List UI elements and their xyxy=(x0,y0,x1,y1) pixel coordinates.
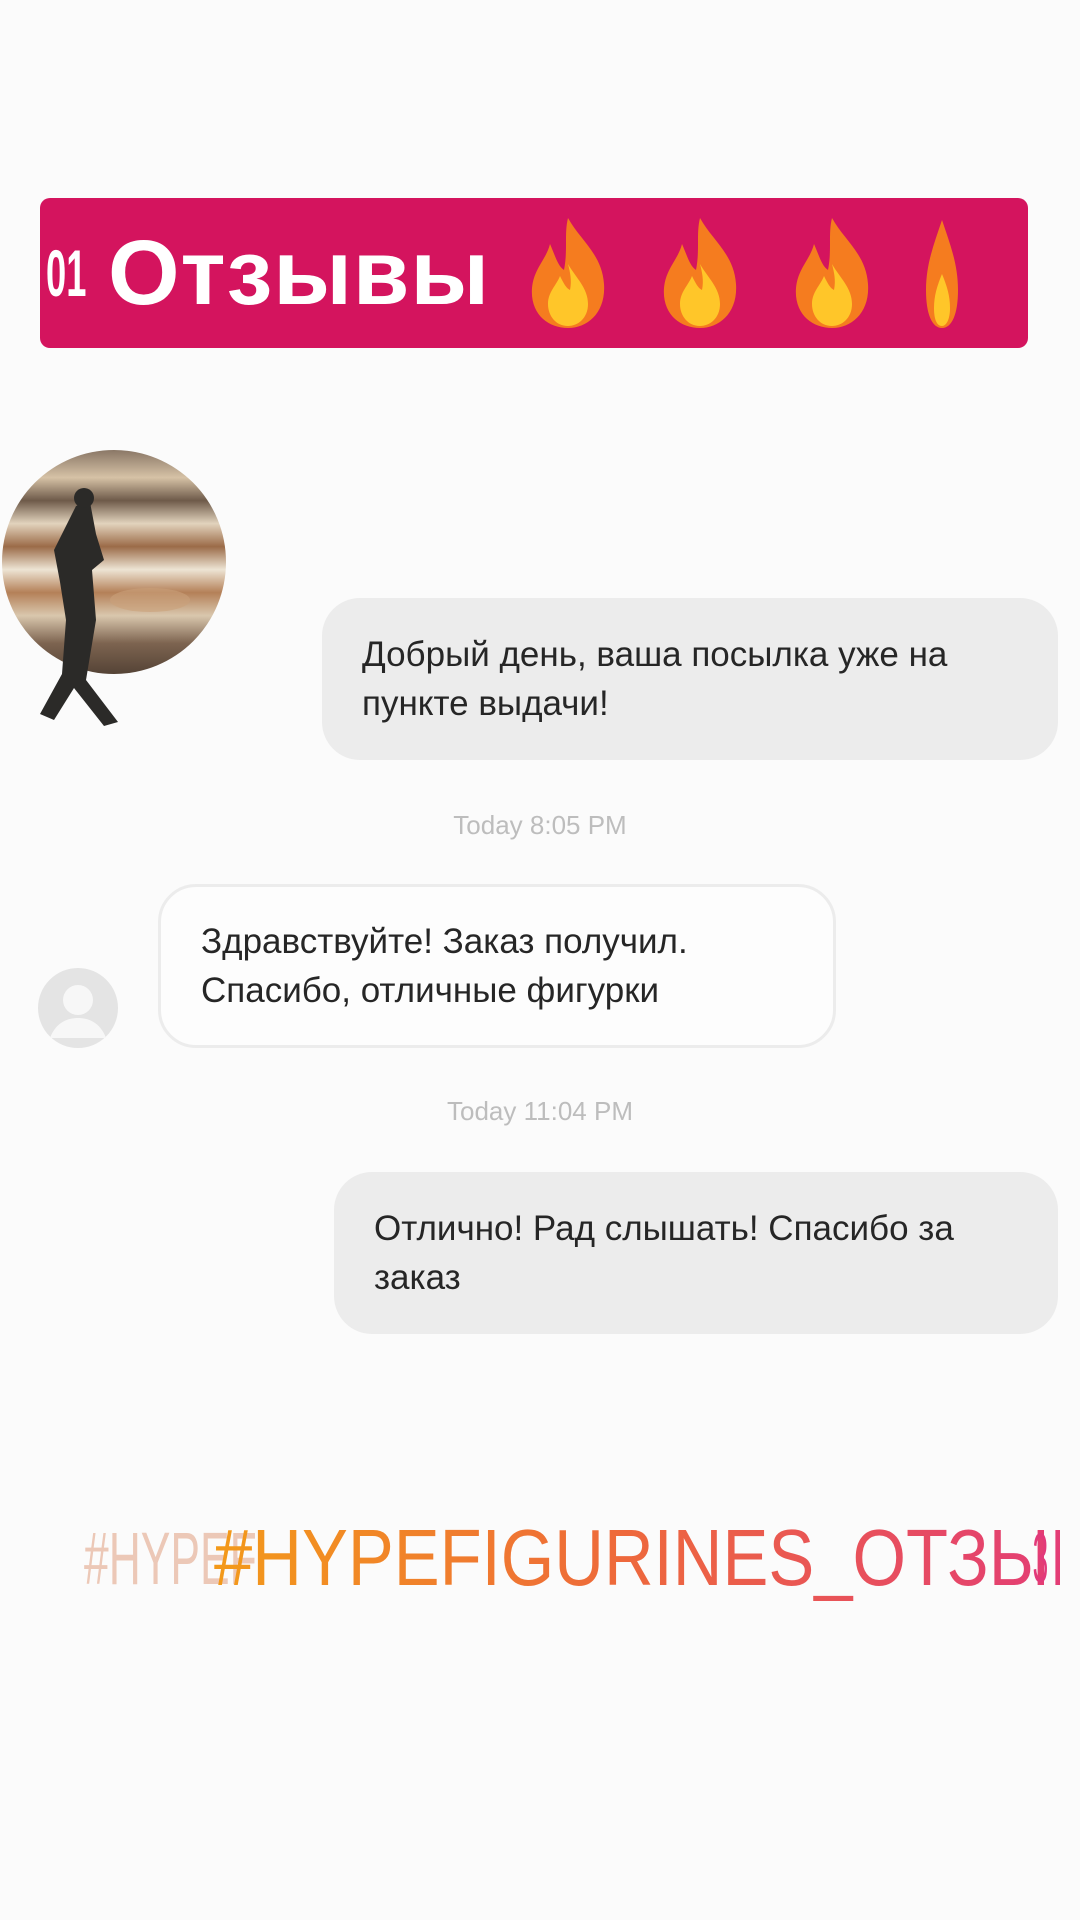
fire-icon xyxy=(531,218,605,328)
message-incoming-1[interactable]: Здравствуйте! Заказ получил. Спасибо, от… xyxy=(158,884,836,1048)
fire-icon xyxy=(795,218,869,328)
fire-icon-partial xyxy=(926,220,959,328)
sender-avatar[interactable] xyxy=(0,450,230,740)
hashtag-faded: #HYPEF xyxy=(84,1516,257,1600)
message-text: Добрый день, ваша посылка уже на пункте … xyxy=(362,635,948,723)
fire-icons xyxy=(524,214,964,332)
hashtag-strip: #HYPEF #HYPEFIGURINES_ОТЗЫВ 3 xyxy=(84,1508,1060,1608)
message-text: Отлично! Рад слышать! Спасибо за заказ xyxy=(374,1209,954,1297)
message-timestamp: Today 11:04 PM xyxy=(447,1096,633,1126)
message-text: Здравствуйте! Заказ получил. Спасибо, от… xyxy=(201,922,688,1010)
message-timestamp: Today 8:05 PM xyxy=(453,810,627,840)
banner-title: Отзывы xyxy=(108,221,491,324)
message-outgoing-2[interactable]: Отлично! Рад слышать! Спасибо за заказ xyxy=(334,1172,1058,1334)
hashtag-main[interactable]: #HYPEFIGURINES_ОТЗЫВ xyxy=(214,1512,1060,1604)
hashtag-tail: 3 xyxy=(1032,1519,1049,1597)
user-avatar-placeholder[interactable] xyxy=(36,966,120,1050)
title-banner: 01 Отзывы xyxy=(40,198,1028,348)
banner-prefix: 01 xyxy=(46,236,87,310)
message-outgoing-1[interactable]: Добрый день, ваша посылка уже на пункте … xyxy=(322,598,1058,760)
fire-icon xyxy=(663,218,737,328)
